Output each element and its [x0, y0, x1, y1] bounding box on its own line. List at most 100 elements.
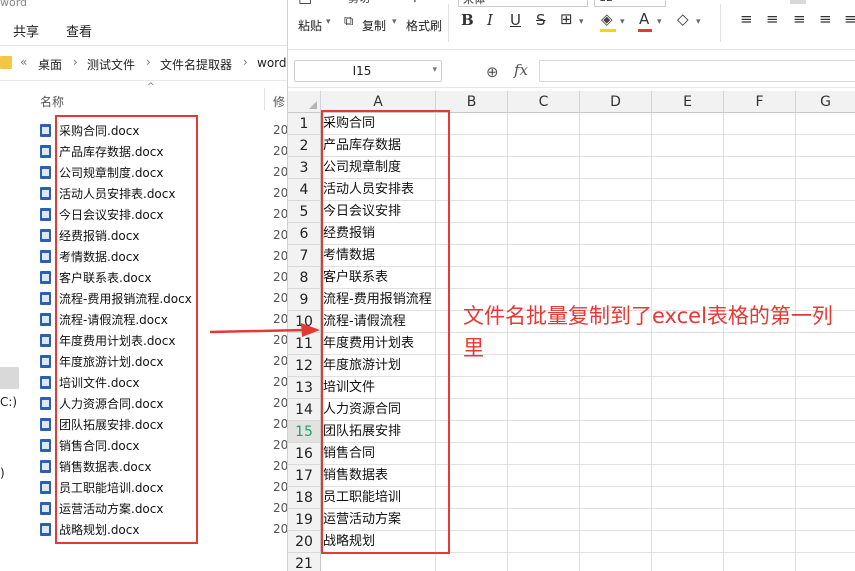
align-center-icon[interactable]: ≡: [766, 12, 779, 27]
row-header[interactable]: 4: [288, 179, 321, 201]
word-document-icon: [40, 166, 51, 179]
copy-icon[interactable]: ⧉: [344, 15, 353, 28]
row-header[interactable]: 14: [288, 399, 321, 421]
chevron-down-icon[interactable]: ▾: [432, 65, 437, 75]
strikethrough-button[interactable]: S: [536, 13, 546, 28]
name-box-value: I15: [352, 64, 372, 78]
column-header-c[interactable]: C: [508, 91, 580, 113]
row-header[interactable]: 9: [288, 289, 321, 311]
file-modified-date: 20: [273, 144, 287, 158]
word-document-icon: [40, 502, 51, 515]
tab-view[interactable]: 查看: [66, 21, 92, 40]
clear-format-dropdown-icon[interactable]: ▾: [696, 17, 701, 27]
row-header[interactable]: 19: [288, 509, 321, 531]
ribbon-separator: [720, 4, 721, 42]
spreadsheet-window: ▭ 剪切 粘贴 ▾ ⧉ 复制 ▾ ⌐ 格式刷 宋体 12 B I U S ⊞ ▾…: [287, 0, 855, 571]
file-modified-date: 20: [273, 396, 287, 410]
column-header-e[interactable]: E: [652, 91, 724, 113]
file-modified-date: 20: [273, 270, 287, 284]
row-header[interactable]: 12: [288, 355, 321, 377]
distributed-align-icon[interactable]: ≡: [844, 12, 855, 27]
column-header-g[interactable]: G: [796, 91, 855, 113]
word-document-icon: [40, 460, 51, 473]
file-modified-date: 20: [273, 417, 287, 431]
border-icon[interactable]: ⊞: [560, 12, 573, 27]
paste-button[interactable]: 粘贴: [298, 17, 322, 34]
underline-button[interactable]: U: [510, 13, 521, 28]
name-box[interactable]: I15 ▾: [294, 60, 442, 82]
row-header[interactable]: 7: [288, 245, 321, 267]
breadcrumb-test-files[interactable]: 测试文件: [87, 56, 135, 73]
align-left-icon[interactable]: ≡: [740, 12, 753, 27]
nav-drive-label[interactable]: C:): [0, 395, 17, 409]
formula-input[interactable]: [539, 60, 855, 82]
fx-icon[interactable]: fx: [514, 61, 528, 79]
paste-dropdown-icon[interactable]: ▾: [326, 17, 331, 27]
align-top-active-icon[interactable]: [790, 0, 806, 4]
fill-color-icon[interactable]: ◈: [601, 12, 613, 27]
word-document-icon: [40, 334, 51, 347]
word-document-icon: [40, 355, 51, 368]
border-dropdown-icon[interactable]: ▾: [579, 17, 584, 27]
column-header-d[interactable]: D: [580, 91, 652, 113]
clear-format-icon[interactable]: ◇: [677, 12, 689, 27]
align-right-icon[interactable]: ≡: [793, 12, 806, 27]
nav-pane-selected-item[interactable]: [0, 367, 19, 389]
italic-button[interactable]: I: [487, 13, 493, 28]
column-header-modified[interactable]: 修: [273, 93, 285, 110]
copy-dropdown-icon[interactable]: ▾: [392, 17, 397, 27]
zoom-icon[interactable]: ⊕: [486, 63, 499, 81]
ribbon-separator: [448, 4, 449, 42]
column-header-name[interactable]: 名称: [40, 93, 64, 110]
bold-button[interactable]: B: [461, 13, 474, 28]
row-header[interactable]: 2: [288, 135, 321, 157]
row-header[interactable]: 13: [288, 377, 321, 399]
font-color-icon[interactable]: A: [639, 12, 649, 27]
word-document-icon: [40, 229, 51, 242]
word-document-icon: [40, 481, 51, 494]
ribbon-divider: [0, 45, 287, 46]
font-size-select[interactable]: 12: [594, 0, 666, 7]
breadcrumb-word[interactable]: word: [257, 56, 287, 70]
format-painter-button[interactable]: 格式刷: [406, 17, 442, 34]
row-header[interactable]: 15: [288, 421, 321, 443]
row-header[interactable]: 16: [288, 443, 321, 465]
select-all-corner[interactable]: [288, 91, 321, 113]
row-header[interactable]: 5: [288, 201, 321, 223]
word-document-icon: [40, 208, 51, 221]
font-name-select[interactable]: 宋体: [458, 0, 588, 7]
paste-icon[interactable]: ▭: [298, 0, 312, 8]
format-painter-icon[interactable]: ⌐: [413, 0, 424, 7]
breadcrumb-overflow[interactable]: «: [20, 55, 27, 69]
breadcrumb-filename-extractor[interactable]: 文件名提取器: [160, 56, 232, 73]
file-modified-date: 20: [273, 249, 287, 263]
row-header[interactable]: 6: [288, 223, 321, 245]
fill-color-dropdown-icon[interactable]: ▾: [620, 17, 625, 27]
copy-button[interactable]: 复制: [362, 17, 386, 34]
fill-color-swatch: [600, 29, 616, 32]
justify-icon[interactable]: ≡: [819, 12, 832, 27]
font-color-dropdown-icon[interactable]: ▾: [657, 17, 662, 27]
column-header-f[interactable]: F: [724, 91, 796, 113]
breadcrumb-desktop[interactable]: 桌面: [38, 56, 62, 73]
row-header[interactable]: 17: [288, 465, 321, 487]
row-header[interactable]: 20: [288, 531, 321, 553]
row-header[interactable]: 3: [288, 157, 321, 179]
nav-other-label[interactable]: ): [0, 466, 5, 480]
window-title: word: [0, 0, 28, 9]
formula-bar: I15 ▾ ⊕ fx: [288, 54, 855, 88]
file-modified-date: 20: [273, 207, 287, 221]
ribbon-toolbar: ▭ 剪切 粘贴 ▾ ⧉ 复制 ▾ ⌐ 格式刷 宋体 12 B I U S ⊞ ▾…: [288, 0, 855, 50]
tab-share[interactable]: 共享: [13, 21, 39, 40]
file-modified-date: 20: [273, 459, 287, 473]
row-header[interactable]: 21: [288, 553, 321, 571]
cut-button[interactable]: 剪切: [348, 0, 370, 6]
file-modified-date: 20: [273, 291, 287, 305]
font-name-value: 宋体: [463, 0, 485, 7]
column-divider[interactable]: [264, 88, 265, 110]
font-size-value: 12: [599, 0, 613, 4]
chevron-right-icon: ›: [146, 55, 151, 69]
row-header[interactable]: 1: [288, 113, 321, 135]
row-header[interactable]: 8: [288, 267, 321, 289]
row-header[interactable]: 18: [288, 487, 321, 509]
